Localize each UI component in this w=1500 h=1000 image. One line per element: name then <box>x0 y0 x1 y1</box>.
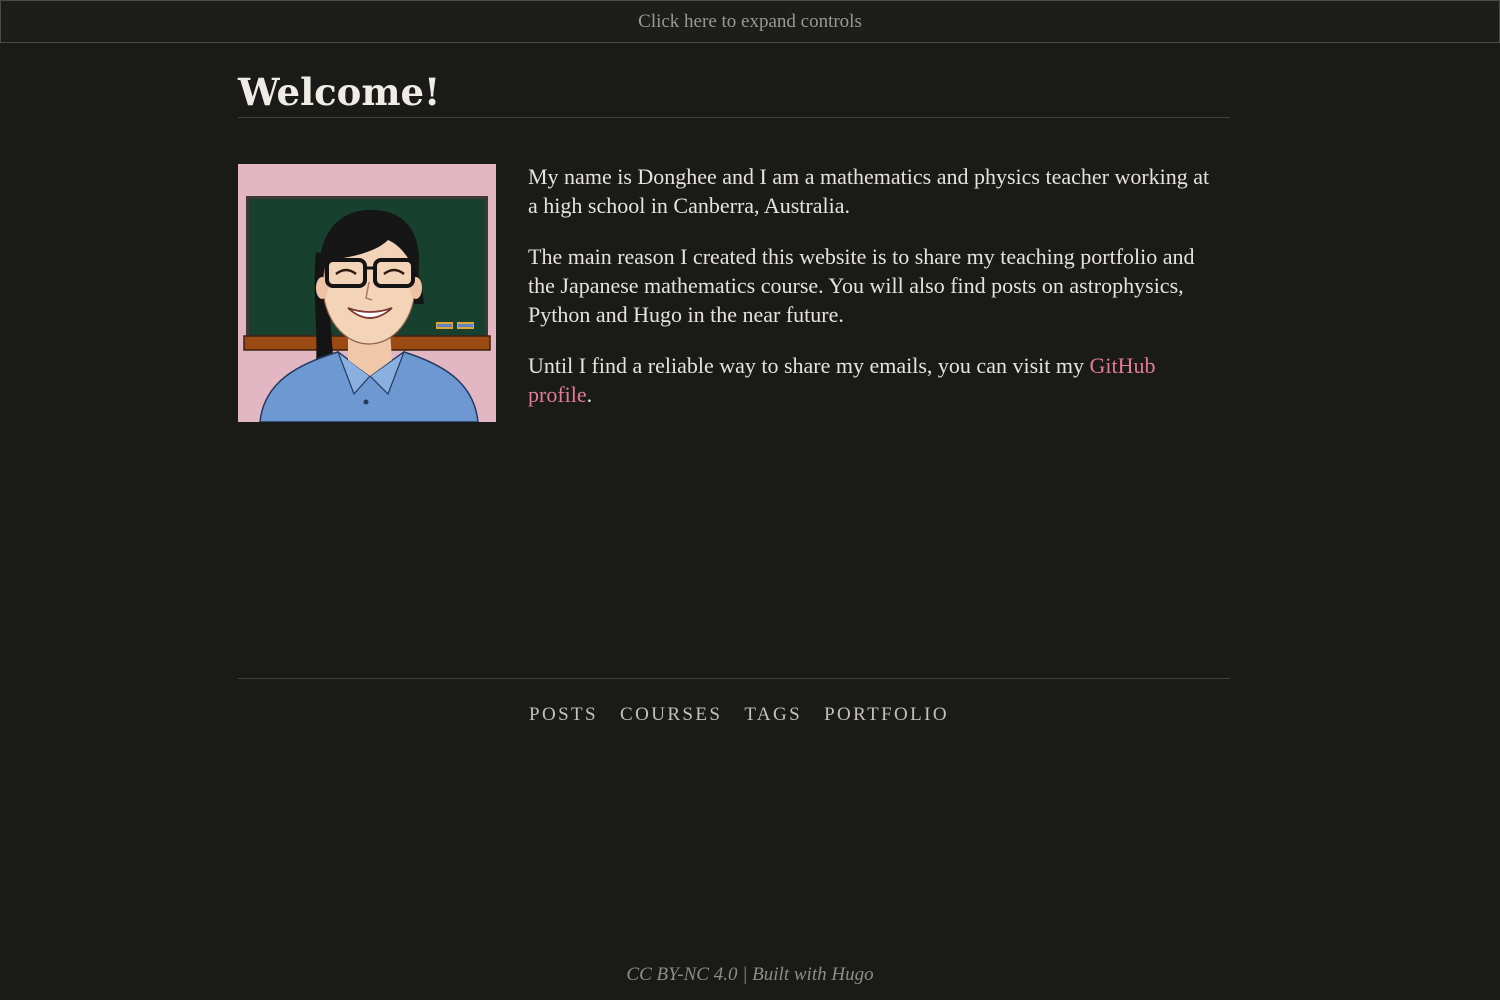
nav-link-tags[interactable]: TAGS <box>744 704 802 726</box>
bio-paragraph: My name is Donghee and I am a mathematic… <box>528 164 1210 218</box>
nav-link-courses[interactable]: COURSES <box>620 704 722 726</box>
page-title: Welcome! <box>238 42 1230 118</box>
footer-divider <box>238 678 1230 679</box>
bio-text: . <box>586 382 593 407</box>
bio: My name is Donghee and I am a mathematic… <box>528 162 1218 431</box>
nav-link-posts[interactable]: POSTS <box>529 704 598 726</box>
bio-paragraph: The main reason I created this website i… <box>528 244 1195 327</box>
nav-link-portfolio[interactable]: PORTFOLIO <box>824 704 949 726</box>
expand-controls-toggle[interactable]: Click here to expand controls <box>0 0 1500 43</box>
avatar <box>238 164 496 422</box>
bio-text: Until I find a reliable way to share my … <box>528 353 1090 378</box>
footer-nav: POSTS COURSES TAGS PORTFOLIO <box>529 704 949 726</box>
bio-paragraph: Until I find a reliable way to share my … <box>528 351 1218 409</box>
copyright: CC BY-NC 4.0 | Built with Hugo <box>626 964 874 985</box>
page-content: Welcome! My name is Donghee and I am a m… <box>238 42 1230 725</box>
expand-controls-label: Click here to expand controls <box>638 10 862 32</box>
